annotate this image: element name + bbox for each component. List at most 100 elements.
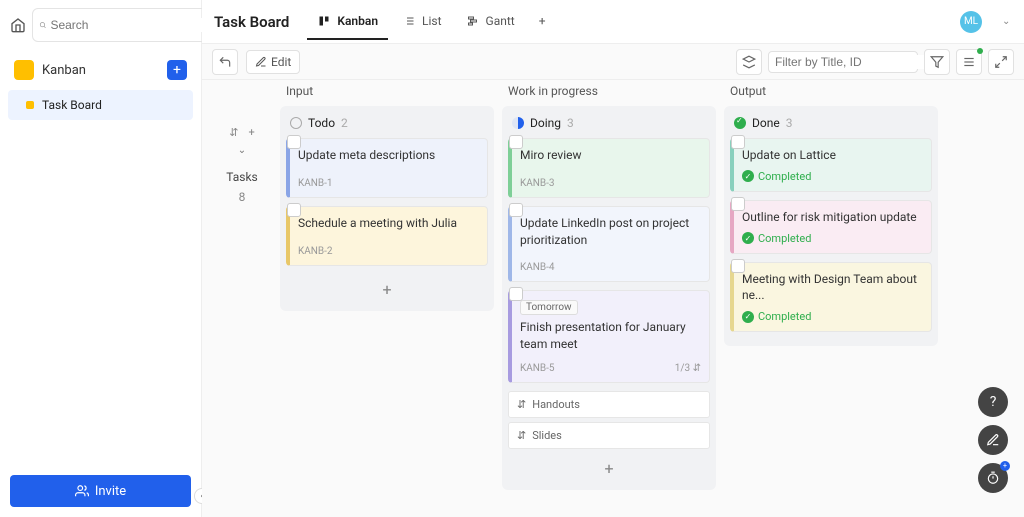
lane-input: Input Todo 2 Update meta descriptions KA…: [280, 80, 494, 507]
check-icon: ✓: [742, 232, 754, 244]
chevron-down-icon[interactable]: ⌄: [212, 145, 272, 156]
completed-badge: ✓Completed: [742, 232, 923, 245]
checkbox[interactable]: [731, 135, 745, 149]
check-icon: ✓: [742, 311, 754, 323]
list-status-label: Done: [752, 116, 780, 130]
undo-button[interactable]: [212, 49, 238, 75]
card-title: Update on Lattice: [742, 147, 923, 164]
kanban-icon: [317, 14, 331, 28]
plus-icon: +: [1000, 461, 1010, 471]
checkbox[interactable]: [509, 135, 523, 149]
add-board-button[interactable]: +: [167, 60, 187, 80]
layers-button[interactable]: [736, 49, 762, 75]
card-title: Outline for risk mitigation update: [742, 209, 923, 226]
card[interactable]: Update meta descriptions KANB-1: [286, 138, 488, 198]
header: Task Board Kanban List Gantt + ML ⌄: [202, 0, 1024, 44]
view-tabs: Kanban List Gantt +: [307, 4, 555, 40]
help-button[interactable]: ?: [978, 387, 1008, 417]
tab-label: Kanban: [337, 14, 378, 28]
tab-kanban[interactable]: Kanban: [307, 4, 388, 40]
card[interactable]: Update on Lattice ✓Completed: [730, 138, 932, 192]
tab-label: Gantt: [486, 14, 515, 28]
page-title: Task Board: [214, 13, 289, 31]
checkbox[interactable]: [731, 259, 745, 273]
toolbar: Edit: [202, 44, 1024, 80]
subtask-icon: ⇵: [517, 429, 526, 442]
sidebar: Ctrl + K Kanban + Task Board Invite: [0, 0, 202, 517]
invite-label: Invite: [95, 484, 126, 499]
lane-wip: Work in progress Doing 3 Miro review KAN…: [502, 80, 716, 507]
subtask-item[interactable]: ⇵Handouts: [508, 391, 710, 418]
timer-button[interactable]: +: [978, 463, 1008, 493]
card[interactable]: Meeting with Design Team about ne... ✓Co…: [730, 262, 932, 333]
group-label: Tasks: [212, 170, 272, 184]
list-count: 3: [786, 116, 793, 130]
card[interactable]: Miro review KANB-3: [508, 138, 710, 198]
lane-header: Output: [724, 80, 938, 106]
group-count: 8: [212, 190, 272, 204]
main-area: Task Board Kanban List Gantt + ML ⌄ Edit: [202, 0, 1024, 517]
search-input[interactable]: [50, 18, 205, 32]
notes-button[interactable]: [978, 425, 1008, 455]
plus-icon: +: [539, 14, 546, 28]
filter-input[interactable]: [775, 55, 930, 69]
status-todo-icon: [290, 117, 302, 129]
subtask-progress: 1/3 ⇵: [675, 363, 701, 374]
gantt-icon: [466, 14, 480, 28]
subtask-item[interactable]: ⇵ Slides: [508, 422, 710, 449]
card-title: Schedule a meeting with Julia: [298, 215, 479, 232]
card-id: KANB-2: [298, 246, 479, 257]
card-title: Miro review: [520, 147, 701, 164]
subtask-label: Slides: [532, 429, 562, 442]
settings-button[interactable]: [956, 49, 982, 75]
tab-gantt[interactable]: Gantt: [456, 4, 525, 40]
card[interactable]: Update LinkedIn post on project prioriti…: [508, 206, 710, 283]
card-tag: Tomorrow: [520, 300, 578, 315]
filter-button[interactable]: [924, 49, 950, 75]
collapse-all-icon[interactable]: ⇵: [229, 126, 238, 139]
lane-header: Work in progress: [502, 80, 716, 106]
checkbox[interactable]: [287, 135, 301, 149]
add-group-button[interactable]: +: [248, 126, 254, 139]
card[interactable]: Schedule a meeting with Julia KANB-2: [286, 206, 488, 266]
board-color-dot: [26, 101, 34, 109]
workspace-header[interactable]: Kanban +: [0, 50, 201, 90]
checkbox[interactable]: [509, 203, 523, 217]
tab-list[interactable]: List: [392, 4, 452, 40]
list-todo: Todo 2 Update meta descriptions KANB-1 S…: [280, 106, 494, 311]
card[interactable]: Tomorrow Finish presentation for January…: [508, 290, 710, 383]
list-icon: [402, 14, 416, 28]
lane-header: Input: [280, 80, 494, 106]
add-card-button[interactable]: +: [286, 274, 488, 305]
checkbox[interactable]: [731, 197, 745, 211]
avatar[interactable]: ML: [960, 11, 982, 33]
check-icon: ✓: [742, 170, 754, 182]
list-count: 2: [341, 116, 348, 130]
checkbox[interactable]: [287, 203, 301, 217]
list-status-label: Doing: [530, 116, 561, 130]
filter-box[interactable]: [768, 51, 918, 73]
card-id: KANB-4: [520, 262, 701, 273]
card[interactable]: Outline for risk mitigation update ✓Comp…: [730, 200, 932, 254]
card-title: Update LinkedIn post on project prioriti…: [520, 215, 701, 249]
group-gutter: ⇵ + ⌄ Tasks 8: [212, 80, 272, 507]
list-status-label: Todo: [308, 116, 335, 130]
people-icon: [75, 484, 89, 498]
expand-button[interactable]: [988, 49, 1014, 75]
sidebar-item-task-board[interactable]: Task Board: [8, 90, 193, 120]
completed-badge: ✓Completed: [742, 170, 923, 183]
chevron-down-icon[interactable]: ⌄: [1002, 16, 1012, 27]
add-card-button[interactable]: +: [508, 453, 710, 484]
checkbox[interactable]: [509, 287, 523, 301]
workspace-label: Kanban: [42, 63, 86, 78]
sidebar-item-label: Task Board: [42, 98, 102, 112]
home-icon[interactable]: [10, 14, 26, 36]
add-view-button[interactable]: +: [529, 4, 556, 40]
search-icon: [39, 19, 46, 31]
invite-button[interactable]: Invite: [10, 475, 191, 507]
edit-button[interactable]: Edit: [246, 50, 300, 74]
subtask-label: Handouts: [532, 398, 580, 411]
workspace-icon: [14, 60, 34, 80]
edit-label: Edit: [271, 55, 291, 69]
indicator-dot: [977, 48, 983, 54]
